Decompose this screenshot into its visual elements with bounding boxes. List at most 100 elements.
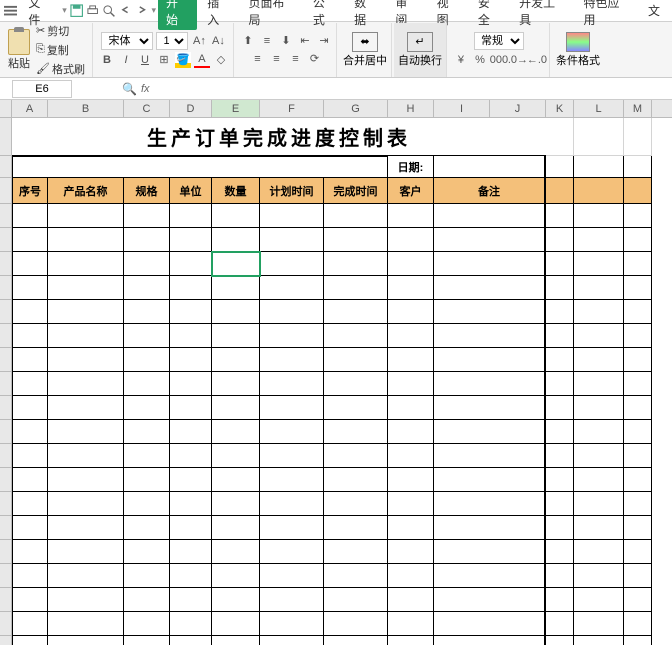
cell[interactable] <box>170 468 212 492</box>
cell[interactable] <box>434 396 546 420</box>
cell[interactable] <box>546 492 574 516</box>
cell[interactable] <box>212 540 260 564</box>
header-cell[interactable]: 序号 <box>12 178 48 204</box>
align-left-icon[interactable]: ≡ <box>249 51 265 67</box>
cell[interactable] <box>12 564 48 588</box>
cell[interactable] <box>212 348 260 372</box>
cell[interactable] <box>574 178 624 204</box>
cell[interactable] <box>624 468 652 492</box>
cell[interactable] <box>388 588 434 612</box>
date-label-cell[interactable]: 日期: <box>388 156 434 178</box>
cell[interactable] <box>574 540 624 564</box>
cell[interactable] <box>324 204 388 228</box>
cell[interactable] <box>48 420 124 444</box>
cell[interactable] <box>324 564 388 588</box>
cell[interactable] <box>324 252 388 276</box>
cell[interactable] <box>574 324 624 348</box>
cell[interactable] <box>170 444 212 468</box>
cell[interactable] <box>574 228 624 252</box>
col-header-C[interactable]: C <box>124 100 170 117</box>
cell[interactable] <box>434 420 546 444</box>
cell[interactable] <box>324 276 388 300</box>
cell[interactable] <box>212 372 260 396</box>
cell[interactable] <box>624 348 652 372</box>
cell[interactable] <box>12 636 48 645</box>
decimal-decrease-icon[interactable]: ←.0 <box>529 52 545 68</box>
cell[interactable] <box>260 588 324 612</box>
underline-button[interactable]: U <box>137 52 153 68</box>
align-center-icon[interactable]: ≡ <box>268 51 284 67</box>
date-value-cell[interactable] <box>434 156 546 178</box>
cell[interactable] <box>546 276 574 300</box>
currency-icon[interactable]: ¥ <box>453 52 469 68</box>
header-cell[interactable]: 产品名称 <box>48 178 124 204</box>
format-painter-button[interactable]: 🖌格式刷 <box>33 60 88 78</box>
cell[interactable] <box>388 540 434 564</box>
cell[interactable] <box>624 492 652 516</box>
cell[interactable] <box>624 420 652 444</box>
cell[interactable] <box>574 516 624 540</box>
cell[interactable] <box>124 564 170 588</box>
cell[interactable] <box>170 348 212 372</box>
cell[interactable] <box>388 324 434 348</box>
cell[interactable] <box>260 444 324 468</box>
italic-button[interactable]: I <box>118 52 134 68</box>
cell[interactable] <box>324 444 388 468</box>
cell[interactable] <box>12 252 48 276</box>
cell[interactable] <box>170 612 212 636</box>
cell[interactable] <box>124 372 170 396</box>
cell[interactable] <box>12 444 48 468</box>
col-header-K[interactable]: K <box>546 100 574 117</box>
cell[interactable] <box>12 372 48 396</box>
cell[interactable] <box>124 396 170 420</box>
cell[interactable] <box>260 324 324 348</box>
cell[interactable] <box>170 420 212 444</box>
col-header-D[interactable]: D <box>170 100 212 117</box>
cell[interactable] <box>388 420 434 444</box>
row-header[interactable] <box>0 324 11 348</box>
cell[interactable] <box>12 228 48 252</box>
cell[interactable] <box>212 492 260 516</box>
cell[interactable] <box>48 636 124 645</box>
cell[interactable] <box>260 228 324 252</box>
cell[interactable] <box>574 444 624 468</box>
cell[interactable] <box>324 324 388 348</box>
clear-button[interactable]: ◇ <box>213 52 229 68</box>
cell[interactable] <box>546 564 574 588</box>
cell[interactable] <box>574 396 624 420</box>
cell[interactable] <box>624 564 652 588</box>
cell[interactable] <box>434 348 546 372</box>
cell[interactable] <box>12 492 48 516</box>
cell[interactable] <box>212 204 260 228</box>
cell[interactable] <box>170 204 212 228</box>
number-format-select[interactable]: 常规 <box>474 32 524 50</box>
cell[interactable] <box>12 324 48 348</box>
row-header[interactable] <box>0 636 11 645</box>
cell[interactable] <box>124 300 170 324</box>
header-cell[interactable]: 完成时间 <box>324 178 388 204</box>
cell[interactable] <box>324 468 388 492</box>
cell[interactable] <box>324 300 388 324</box>
col-header-I[interactable]: I <box>434 100 490 117</box>
cell[interactable] <box>12 348 48 372</box>
row-header[interactable] <box>0 178 11 204</box>
cell[interactable] <box>212 636 260 645</box>
cell[interactable] <box>434 204 546 228</box>
cell[interactable] <box>260 612 324 636</box>
bold-button[interactable]: B <box>99 52 115 68</box>
row-header[interactable] <box>0 156 11 178</box>
cell[interactable] <box>434 324 546 348</box>
font-name-select[interactable]: 宋体 <box>101 32 153 50</box>
row-header[interactable] <box>0 348 11 372</box>
cell[interactable] <box>624 156 652 178</box>
cell[interactable] <box>48 468 124 492</box>
cond-format-button[interactable]: 条件格式 <box>556 32 600 68</box>
cell[interactable] <box>212 420 260 444</box>
cell[interactable] <box>260 252 324 276</box>
cell[interactable] <box>170 540 212 564</box>
cell[interactable] <box>388 300 434 324</box>
cell[interactable] <box>124 420 170 444</box>
cell[interactable] <box>124 228 170 252</box>
col-header-E[interactable]: E <box>212 100 260 117</box>
cell[interactable] <box>124 540 170 564</box>
